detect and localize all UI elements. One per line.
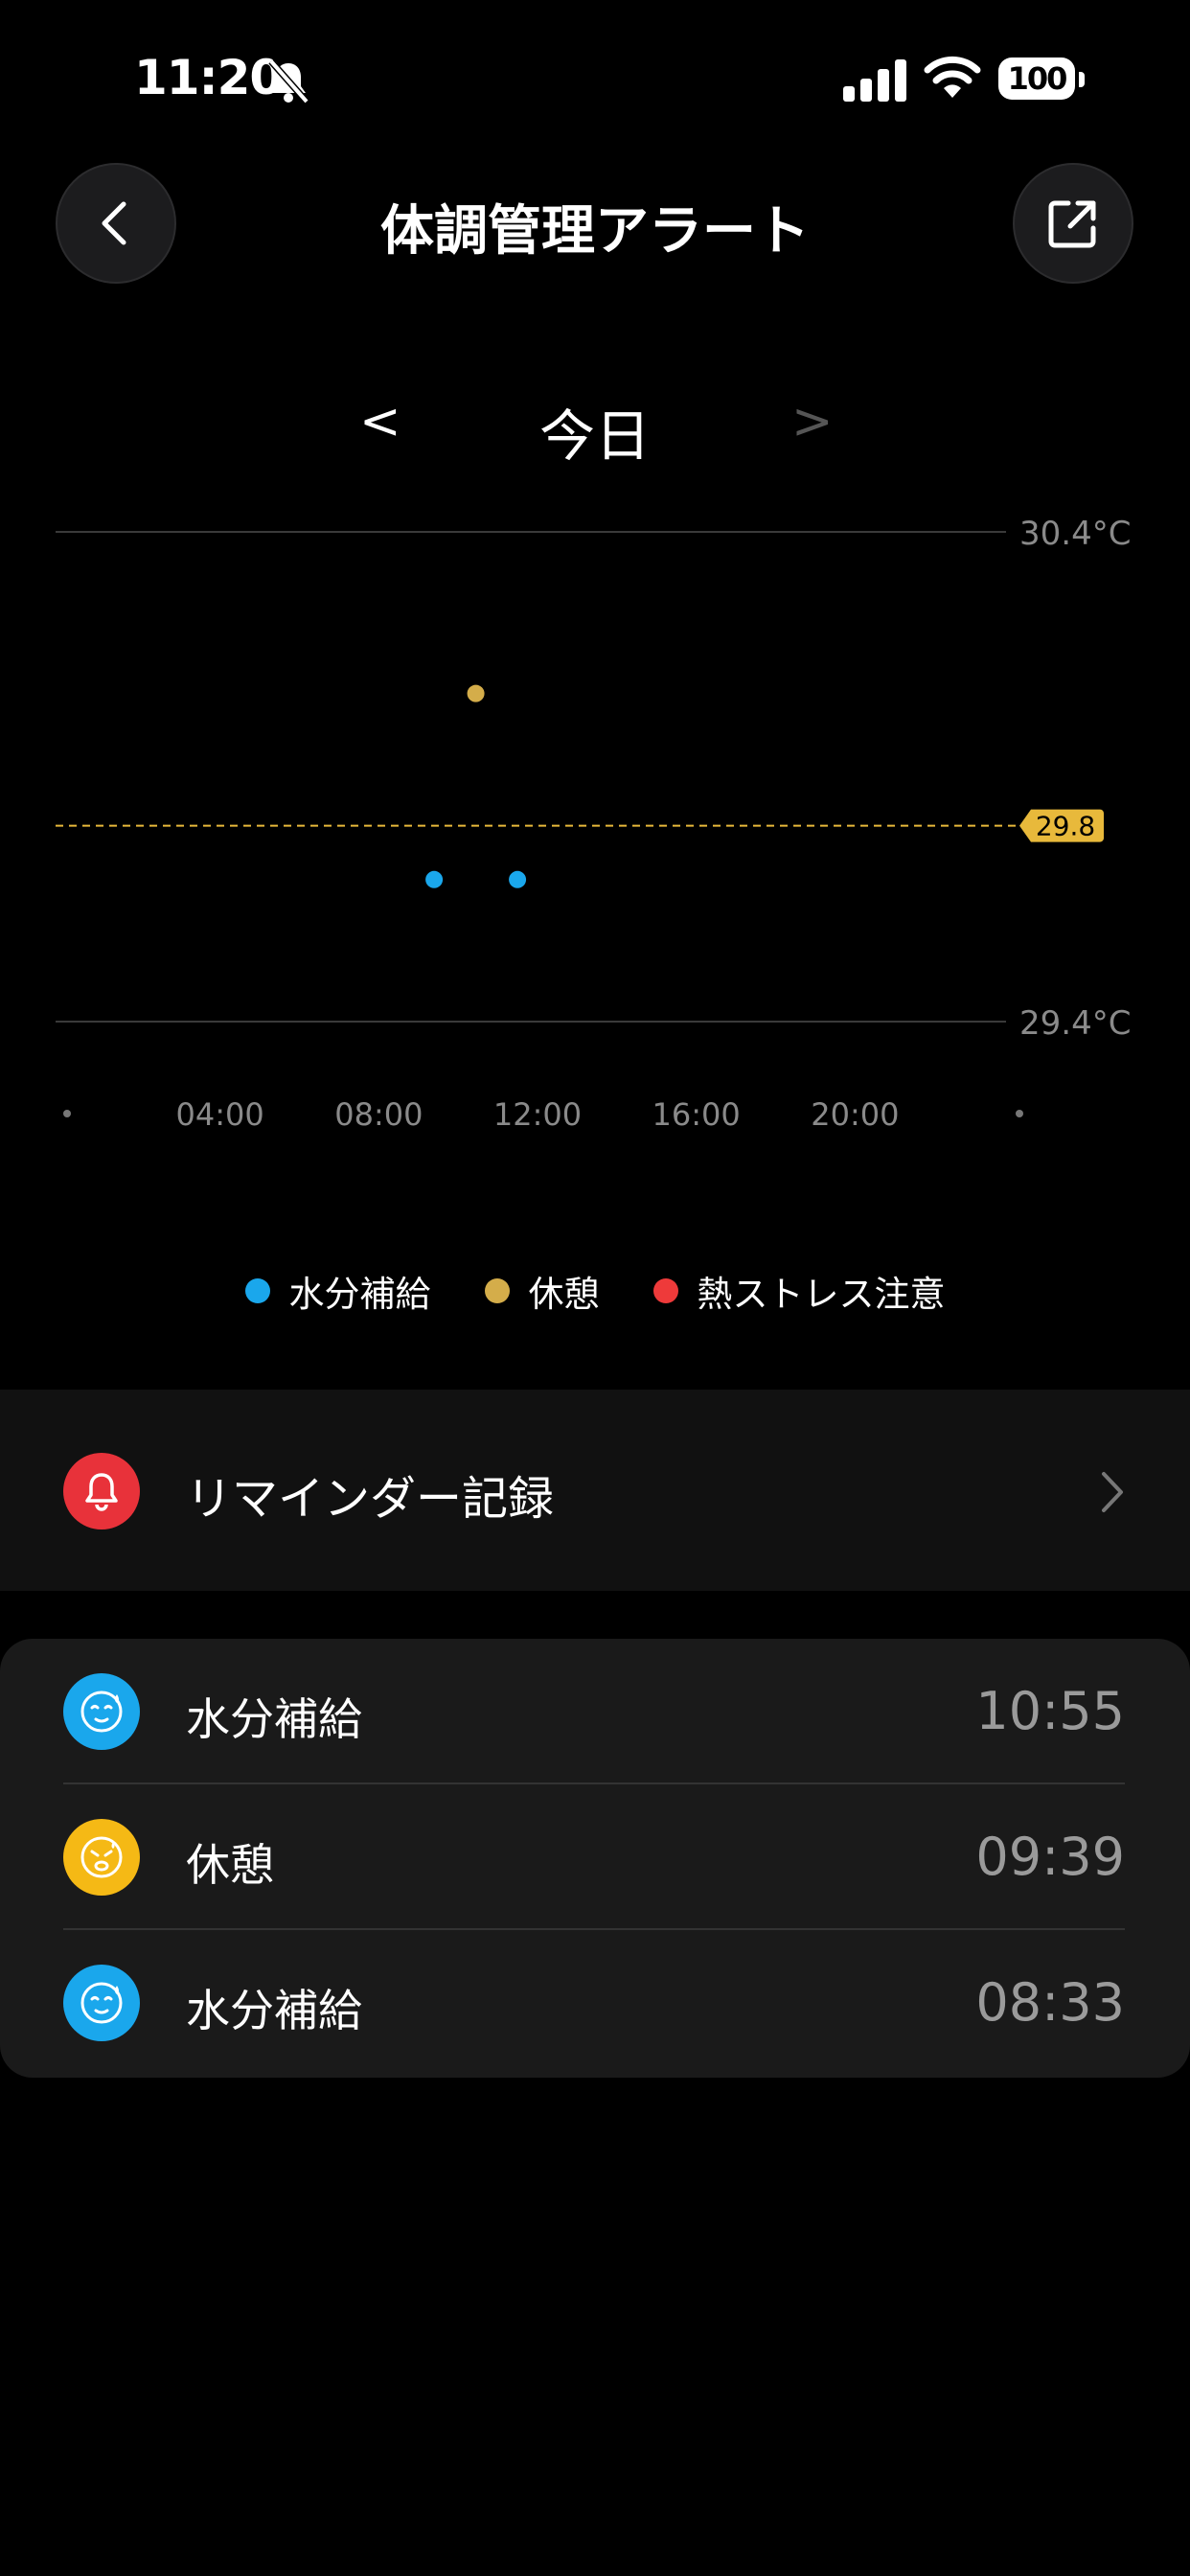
hydration-icon [63,1965,140,2041]
record-row[interactable]: 休憩 09:39 [0,1784,1190,1930]
y-max-label: 30.4°C [1019,515,1131,553]
legend-dot [484,1278,510,1303]
battery-icon: 100 [998,58,1087,104]
date-label: 今日 [538,403,651,469]
chevron-right-icon [1102,1472,1123,1512]
legend-dot [244,1278,270,1303]
next-day-button[interactable]: > [791,393,834,450]
record-time: 09:39 [975,1827,1125,1887]
x-tick-label: 08:00 [334,1096,423,1133]
x-axis-end-dot [1016,1110,1023,1117]
reminder-history-label: リマインダー記録 [186,1472,555,1526]
data-point [467,684,485,702]
record-row[interactable]: 水分補給 08:33 [0,1930,1190,2076]
rest-icon [63,1819,140,1896]
legend-item: 休憩 [484,1265,600,1317]
record-label: 水分補給 [186,1985,362,2036]
legend-label: 水分補給 [288,1274,431,1315]
share-icon [1048,200,1096,248]
data-point [509,870,527,888]
x-tick-label: 12:00 [493,1096,582,1133]
hydration-icon [63,1673,140,1750]
record-row[interactable]: 水分補給 10:55 [0,1639,1190,1784]
battery-level: 100 [1007,60,1068,97]
share-button[interactable] [1013,163,1133,284]
legend-label: 熱ストレス注意 [697,1274,946,1315]
record-time: 10:55 [975,1681,1125,1741]
record-label: 休憩 [186,1839,274,1891]
record-time: 08:33 [975,1972,1125,2033]
reminder-history-row[interactable]: リマインダー記録 [0,1390,1190,1591]
bell-icon [63,1453,140,1530]
y-min-label: 29.4°C [1019,1004,1131,1043]
legend-item: 水分補給 [244,1265,431,1317]
record-label: 水分補給 [186,1693,362,1745]
x-axis-start-dot [63,1110,71,1117]
legend-label: 休憩 [528,1274,600,1315]
bell-muted-icon [268,58,309,104]
threshold-badge: 29.8 [1019,809,1104,842]
legend-dot [652,1278,678,1303]
x-tick-label: 20:00 [811,1096,899,1133]
x-tick-label: 16:00 [652,1096,741,1133]
x-tick-label: 04:00 [176,1096,264,1133]
status-time: 11:20 [134,50,283,105]
signal-icon [843,59,906,102]
data-point [425,870,444,888]
chart-legend: 水分補給 休憩 熱ストレス注意 [0,1265,1190,1317]
legend-item: 熱ストレス注意 [652,1265,946,1317]
wifi-icon [924,56,981,98]
reminder-records-list: 水分補給 10:55 休憩 09:39 水分補給 08:33 [0,1639,1190,2078]
page-title: 体調管理アラート [380,200,810,263]
threshold-label: 29.8 [1036,811,1095,842]
temperature-chart: 30.4°C 29.4°C 29.8 04:00 08:00 12:00 16:00 2… [56,515,1131,1133]
